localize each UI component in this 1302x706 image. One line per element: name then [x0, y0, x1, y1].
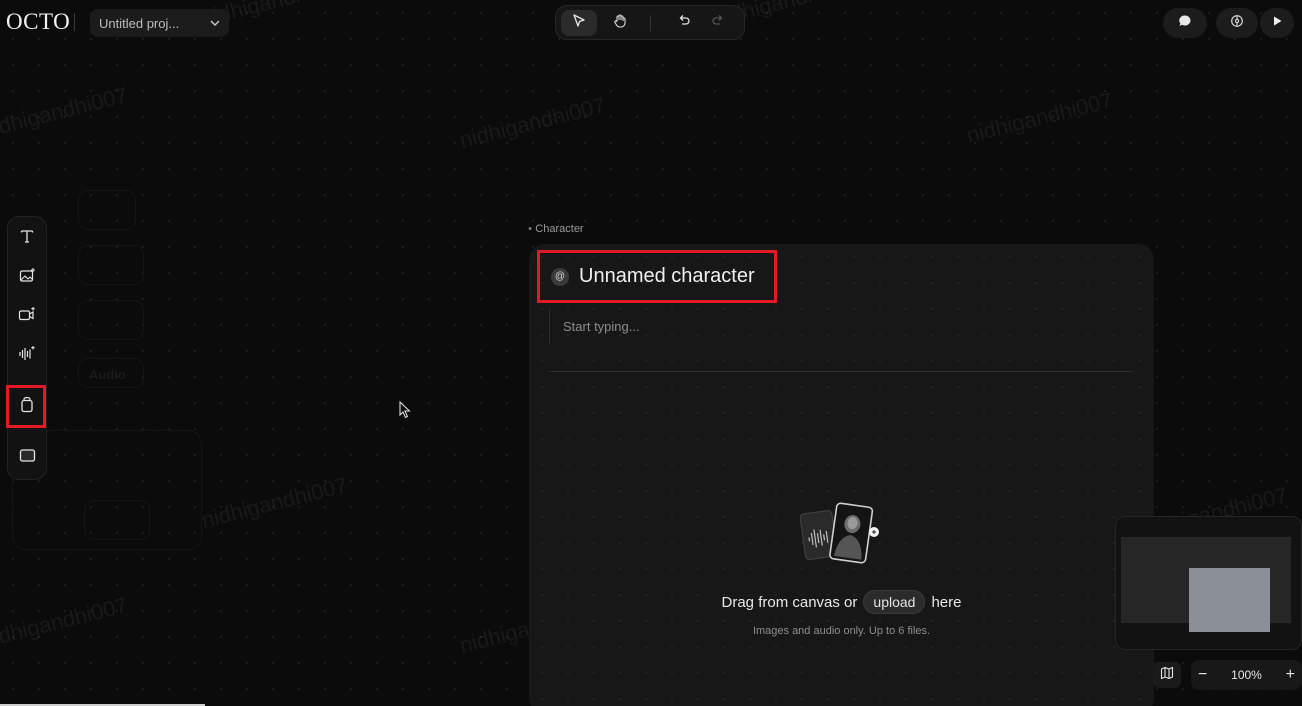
character-tool-highlight: [6, 385, 46, 428]
drop-zone-instructions: Drag from canvas or upload here: [529, 590, 1154, 614]
frame-tool-button[interactable]: [12, 443, 42, 473]
ghost-node-label: Audio: [89, 367, 126, 382]
character-section-label: ● Character: [528, 223, 584, 235]
select-tool-button[interactable]: [561, 10, 597, 36]
character-name-highlight: [537, 250, 777, 303]
media-upload-illustration-icon: [799, 502, 885, 570]
redo-button[interactable]: [700, 10, 736, 36]
project-title: Untitled proj...: [99, 15, 180, 31]
audio-tool-icon: [18, 345, 36, 367]
text-tool-button[interactable]: [12, 223, 42, 253]
select-pointer-icon: [571, 13, 587, 34]
zoom-control: − 100% +: [1191, 660, 1302, 690]
play-button[interactable]: [1260, 8, 1294, 38]
left-toolbar: [7, 216, 47, 480]
app-logo[interactable]: OCTO: [6, 9, 70, 35]
canvas-ghost-node: Audio: [78, 358, 144, 388]
watermark: nidhigandhi007: [457, 92, 608, 153]
logo-divider: [74, 13, 75, 31]
minimap-toggle-button[interactable]: [1153, 662, 1181, 688]
drop-prefix-text: Drag from canvas or: [721, 593, 858, 611]
canvas-ghost-node: [78, 190, 136, 230]
hand-tool-button[interactable]: [602, 10, 638, 36]
undo-icon: [676, 13, 692, 34]
redo-icon: [710, 13, 726, 34]
canvas-ghost-node: [78, 245, 144, 285]
chat-icon: [1178, 14, 1192, 33]
card-divider: [549, 371, 1133, 372]
chevron-down-icon: [210, 16, 220, 31]
canvas-tools-toolbar: [555, 5, 745, 40]
video-tool-button[interactable]: [12, 302, 42, 332]
character-card: @ Unnamed character Start typing... Drag…: [529, 244, 1154, 706]
watermark: nidhigandhi007: [0, 82, 130, 143]
text-tool-icon: [19, 228, 35, 249]
settings-icon: [1230, 14, 1244, 33]
audio-tool-button[interactable]: [12, 341, 42, 371]
chat-button[interactable]: [1163, 8, 1207, 38]
watermark: nidhigandhi007: [199, 472, 350, 533]
minimap-viewport[interactable]: [1189, 568, 1270, 632]
canvas-ghost-node: [78, 300, 144, 340]
watermark: nidhigandhi007: [964, 87, 1115, 148]
drop-zone-hint: Images and audio only. Up to 6 files.: [752, 625, 931, 637]
map-icon: [1160, 666, 1174, 685]
settings-button[interactable]: [1216, 8, 1258, 38]
toolbar-divider: [650, 15, 651, 31]
canvas-minimap[interactable]: [1115, 516, 1302, 650]
upload-button[interactable]: upload: [863, 590, 926, 614]
frame-tool-icon: [19, 448, 36, 468]
character-description-input[interactable]: Start typing...: [549, 308, 640, 344]
zoom-out-button[interactable]: −: [1198, 666, 1207, 684]
play-icon: [1271, 14, 1283, 32]
video-tool-icon: [18, 306, 36, 328]
watermark: nidhigandhi007: [0, 592, 130, 653]
zoom-level[interactable]: 100%: [1231, 668, 1262, 682]
description-placeholder: Start typing...: [563, 319, 640, 334]
project-selector[interactable]: Untitled proj...: [90, 9, 229, 37]
image-tool-icon: [19, 267, 36, 289]
character-section-label-text: Character: [535, 223, 584, 235]
hand-pan-icon: [612, 13, 628, 34]
mouse-cursor-icon: [399, 400, 411, 424]
image-tool-button[interactable]: [12, 263, 42, 293]
zoom-in-button[interactable]: +: [1286, 666, 1295, 684]
drop-suffix-text: here: [931, 593, 962, 611]
undo-button[interactable]: [666, 10, 702, 36]
